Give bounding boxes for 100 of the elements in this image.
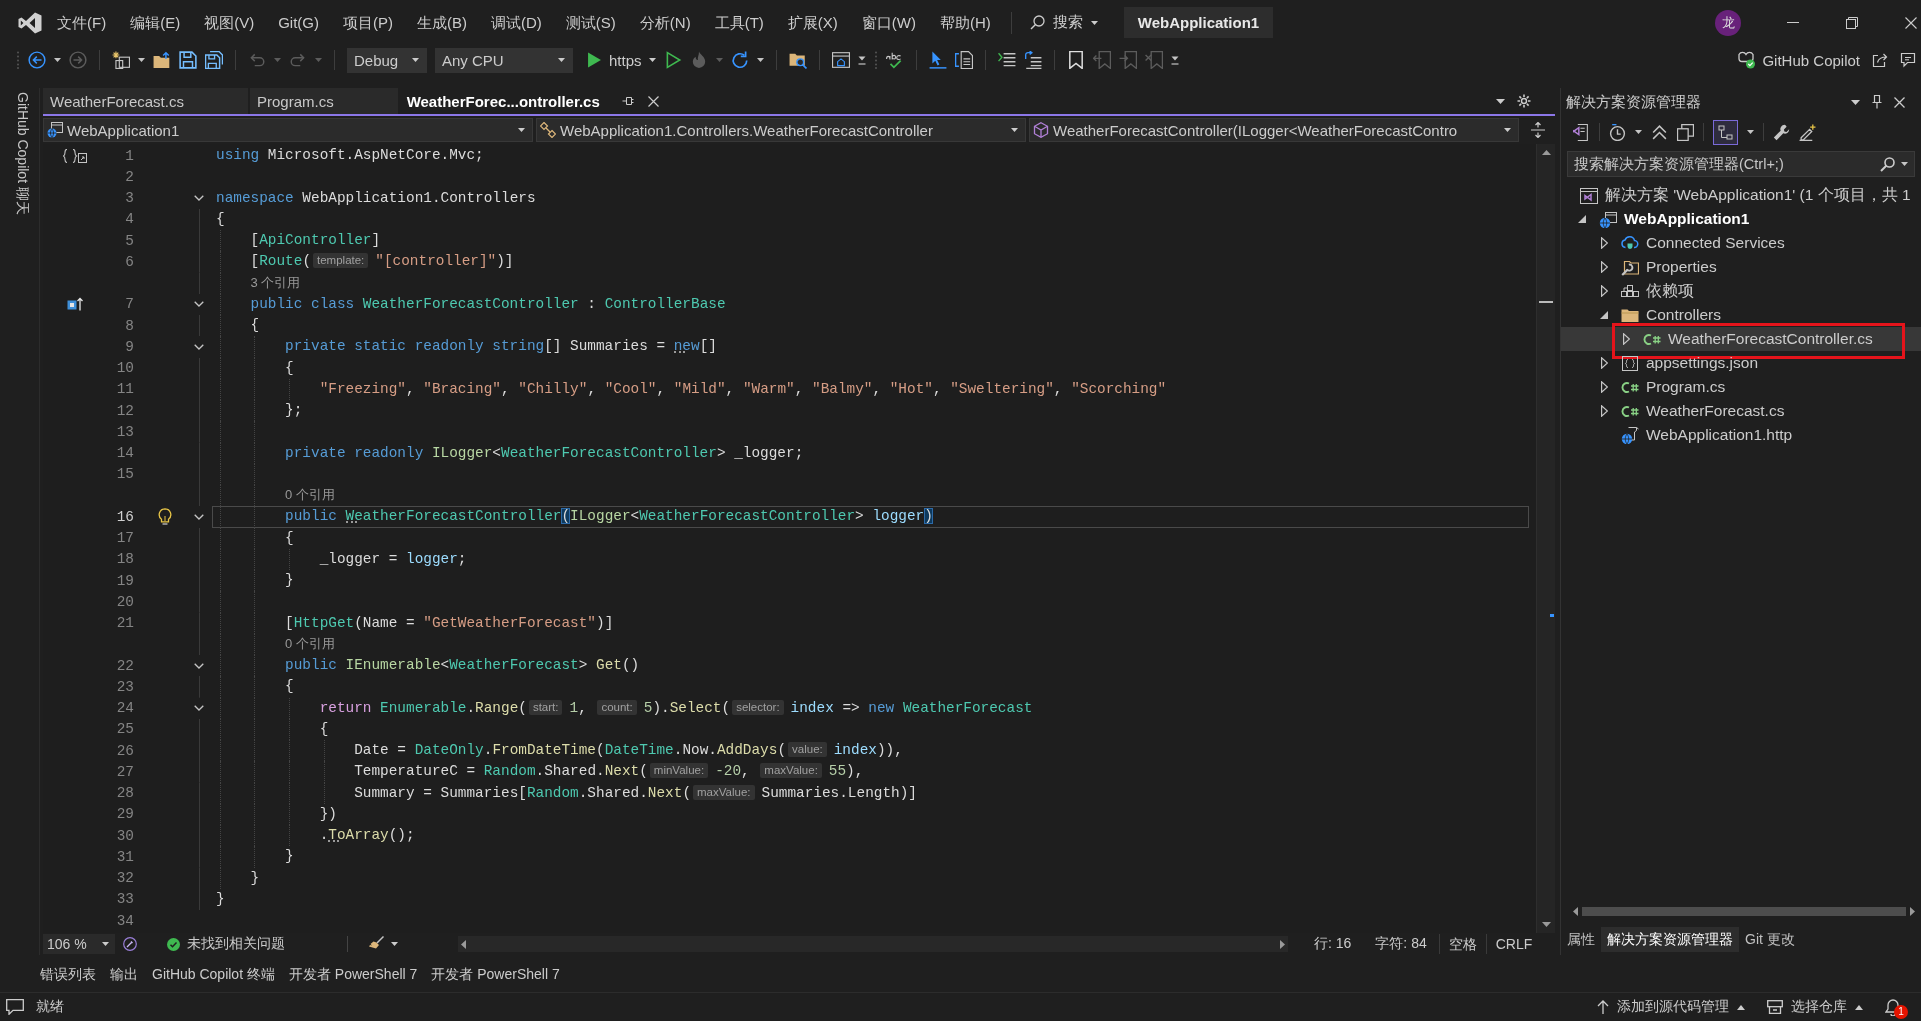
caret-icon[interactable] (1090, 20, 1098, 25)
caret-icon[interactable] (391, 942, 398, 946)
share-icon[interactable] (1872, 52, 1888, 68)
back-icon[interactable] (28, 51, 46, 69)
tree-item[interactable]: WeatherForecast.cs (1561, 399, 1921, 423)
save-all-icon[interactable] (205, 51, 223, 69)
horizontal-scrollbar[interactable] (458, 936, 1288, 952)
caret-icon[interactable] (54, 58, 61, 62)
cursor-icon[interactable] (928, 51, 947, 69)
panel-menu-caret-icon[interactable] (1851, 99, 1860, 105)
scroll-left-icon[interactable] (461, 939, 466, 949)
caret-icon[interactable] (412, 58, 419, 62)
reference-count-link[interactable]: 0 个引用 (285, 635, 335, 651)
caret-icon[interactable] (756, 58, 764, 62)
scroll-right-icon[interactable] (1280, 939, 1285, 949)
caret-up-icon[interactable] (1855, 1004, 1863, 1010)
fold-chevron-icon[interactable] (194, 343, 204, 350)
collapsed-arrow-icon[interactable] (1600, 261, 1608, 273)
scroll-down-icon[interactable] (1541, 922, 1551, 927)
scroll-up-icon[interactable] (1541, 150, 1551, 155)
restart-icon[interactable] (730, 51, 749, 69)
tool-window-tab[interactable]: GitHub Copilot 终端 (146, 962, 281, 985)
navigation-dropdown[interactable]: WebApplication1 (43, 118, 533, 142)
tree-item[interactable]: Connected Services (1561, 231, 1921, 255)
platform-dropdown[interactable]: Any CPU (435, 47, 573, 73)
collapsed-arrow-icon[interactable] (1622, 333, 1630, 345)
feedback-icon[interactable] (1900, 52, 1916, 68)
search-field[interactable]: 搜索解决方案资源管理器(Ctrl+;) (1567, 151, 1915, 177)
overflow-caret-icon[interactable] (1170, 55, 1179, 65)
menu-item[interactable]: 调试(D) (479, 8, 554, 37)
close-icon[interactable] (1894, 96, 1905, 108)
caret-icon[interactable] (1901, 162, 1908, 166)
menu-item[interactable]: Git(G) (266, 8, 331, 37)
bookmark-icon[interactable] (1066, 51, 1085, 69)
lightbulb-icon[interactable] (158, 508, 172, 526)
tab-list-caret-icon[interactable] (1496, 98, 1505, 104)
menu-item[interactable]: 扩展(X) (775, 8, 850, 37)
caret-icon[interactable] (1504, 128, 1511, 132)
scroll-right-icon[interactable] (1910, 906, 1915, 916)
account-avatar[interactable]: 龙 (1715, 9, 1741, 36)
caret-icon[interactable] (138, 58, 145, 62)
caret-icon[interactable] (1011, 128, 1018, 132)
scroll-left-icon[interactable] (1573, 906, 1578, 916)
configuration-dropdown[interactable]: Debug (347, 47, 427, 73)
tree-item[interactable]: Program.cs (1561, 375, 1921, 399)
stacked-squares-icon[interactable] (1677, 123, 1694, 141)
copilot-check-icon[interactable] (1736, 51, 1757, 69)
uncomment-icon[interactable] (1023, 51, 1042, 69)
close-icon[interactable] (647, 95, 659, 107)
bell-icon[interactable] (1885, 998, 1901, 1016)
menu-item[interactable]: 生成(B) (405, 8, 479, 37)
tool-window-tab[interactable]: 错误列表 (34, 962, 102, 985)
caret-icon[interactable] (558, 58, 565, 62)
pin-icon[interactable] (1872, 95, 1882, 109)
fold-chevron-icon[interactable] (194, 513, 204, 520)
caret-icon[interactable] (102, 942, 109, 946)
format-lines-icon[interactable] (997, 51, 1016, 69)
pen-sparkle-icon[interactable] (1799, 123, 1816, 141)
document-icon[interactable] (954, 51, 973, 69)
message-icon[interactable] (6, 999, 24, 1015)
play-icon[interactable] (587, 51, 602, 69)
repository-button[interactable]: 选择仓库 (1767, 998, 1863, 1016)
navigation-dropdown[interactable]: WebApplication1.Controllers.WeatherForecastController (536, 118, 1026, 142)
caret-icon[interactable] (1747, 130, 1754, 134)
start-button[interactable]: https (587, 51, 656, 69)
tree-item[interactable]: Properties (1561, 255, 1921, 279)
grip-icon[interactable] (16, 51, 20, 69)
fold-chevron-icon[interactable] (194, 662, 204, 669)
tree-item[interactable]: Controllers (1561, 303, 1921, 327)
reference-count-link[interactable]: 3 个引用 (250, 274, 301, 290)
tree-item[interactable]: WebApplication1 (1561, 207, 1921, 231)
issues-status[interactable]: 未找到相关问题 (167, 935, 347, 953)
tree-item[interactable]: appsettings.json (1561, 351, 1921, 375)
caret-icon[interactable] (1635, 130, 1642, 134)
implementation-arrow-icon[interactable] (67, 297, 83, 312)
collapse-all-icon[interactable] (1651, 123, 1668, 141)
tool-window-tab[interactable]: 开发者 PowerShell 7 (425, 962, 566, 985)
browser-window-icon[interactable] (831, 51, 850, 69)
navigation-dropdown[interactable]: WeatherForecastController(ILogger<WeatherForecastContro (1029, 118, 1519, 142)
overflow-caret-icon[interactable] (857, 55, 866, 65)
save-icon[interactable] (179, 51, 197, 69)
tree-item[interactable]: 解决方案 'WebApplication1' (1 个项目，共 1 (1561, 183, 1921, 207)
collapsed-arrow-icon[interactable] (1600, 357, 1608, 369)
collapsed-arrow-icon[interactable] (1600, 381, 1608, 393)
reference-count-link[interactable]: 0 个引用 (285, 487, 335, 502)
editor-tab[interactable]: WeatherForecast.cs (43, 88, 248, 114)
caret-up-icon[interactable] (1737, 1004, 1745, 1010)
menu-item[interactable]: 帮助(H) (927, 8, 1003, 37)
editor-tab[interactable]: Program.cs (249, 88, 398, 114)
collapsed-arrow-icon[interactable] (1600, 237, 1608, 249)
caret-icon[interactable] (648, 58, 656, 62)
expanded-arrow-icon[interactable] (1578, 215, 1586, 223)
panel-tab[interactable]: 属性 (1561, 927, 1601, 952)
tree-item[interactable]: 依赖项 (1561, 279, 1921, 303)
pin-icon[interactable] (621, 95, 634, 107)
split-window-icon[interactable] (1531, 122, 1545, 138)
menu-item[interactable]: 窗口(W) (849, 8, 928, 37)
switch-views-icon[interactable] (1573, 123, 1590, 141)
tool-window-tab[interactable]: 开发者 PowerShell 7 (282, 962, 424, 985)
fold-chevron-icon[interactable] (194, 301, 204, 308)
